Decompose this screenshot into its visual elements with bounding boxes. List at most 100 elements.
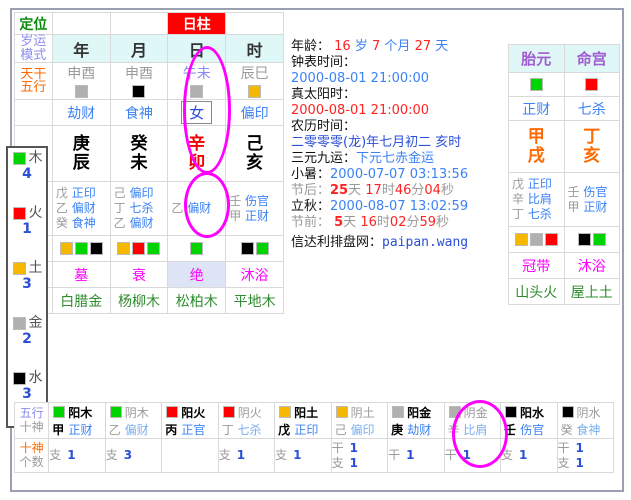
jiehou-minutes-unit: 分 [411,183,425,198]
ten-god-count-cell: 干1支1 [330,438,389,473]
gan-count: 干1 [557,441,584,456]
yinyang-element: 阳金 [407,405,432,420]
ten-god-column[interactable]: 阴土己 偏印 [330,402,389,439]
tg-label-cell-2: 十神 个数 [13,438,50,473]
zhi-count: 支3 [105,448,133,463]
bazi-chart-page: 定位 日柱 岁运 模式 年 月 日 时 天干 五行 申酉 申酉 午未 辰巳 劫财… [0,0,631,500]
ten-god-column[interactable]: 阴金辛 比肩 [443,402,502,439]
pillar-month-ganzhi[interactable]: 癸 未 [109,125,169,183]
element-row[interactable]: 火1 [8,205,46,260]
element-row[interactable]: 土3 [8,260,46,315]
jiehou-seconds: 04 [424,183,441,198]
element-count: 4 [22,166,32,183]
changsheng-year: 墓 [51,261,111,289]
minggong-ganzhi: 丁 亥 [563,120,620,173]
minggong-branch: 亥 [583,145,601,166]
taiyuan-title: 胎元 [508,44,565,73]
yinyang-element: 阳木 [68,405,93,420]
ten-god-count-cell: 支1 [48,438,106,473]
taiyuan-branch: 戌 [527,145,545,166]
tiangan-label-line1: 天干 [20,66,47,82]
hidden-stem-entry: 甲 正财 [567,199,608,214]
taiyuan-chips [508,226,565,253]
rp-title-row: 胎元 命宫 [508,44,620,73]
jiehou-seconds-unit: 秒 [440,183,454,198]
jiehou-label: 节后： [291,183,331,198]
site-url[interactable]: paipan.wang [382,235,468,250]
yinyang-element: 阳土 [294,405,319,420]
minggong-hidden-stems: 壬 伤官甲 正财 [563,172,620,227]
ten-god-column[interactable]: 阳木甲 正财 [48,402,106,439]
element-chip [59,242,73,256]
pillar-day-ganzhi[interactable]: 辛 卯 [167,125,227,183]
heavenly-stem: 庚 [391,422,408,437]
nayin-month: 杨柳木 [109,287,169,315]
element-name: 土 [28,260,43,276]
ten-god-column[interactable]: 阳火丙 正官 [161,402,219,439]
element-name: 水 [28,370,43,386]
ten-god-count-cell: 支1 [500,438,558,473]
hidden-stem-entry: 乙 偏财 [171,201,212,216]
element-chip [89,242,103,256]
ten-god-name: 比肩 [463,422,488,437]
pillar-name-day[interactable]: 日 [167,33,227,64]
element-color-chip [109,406,122,418]
taiyuan-element-chip [529,78,543,91]
ten-god-hour[interactable]: 偏印 [225,99,284,127]
element-chip [190,242,204,256]
element-color-chip [12,371,26,385]
pillar-name-month[interactable]: 月 [109,33,169,64]
ten-god-name: 偏财 [124,422,149,437]
suiyun-label-line2: 模式 [20,47,47,63]
jieqian-label: 节前： [291,215,331,230]
ten-god-row-label [14,99,53,127]
minggong-chip-cell [563,72,620,97]
pillar-year-ganzhi[interactable]: 庚 辰 [51,125,111,183]
hidden-stem-entry: 戊 正印 [512,177,552,191]
hour-stem: 己 [246,134,264,155]
jieqian-hours: 16 [360,215,377,230]
ten-god-column[interactable]: 阴木乙 偏财 [104,402,163,439]
heavenly-stem: 乙 [108,422,125,437]
year-branch: 辰 [72,152,90,173]
element-chip [240,242,254,256]
day-stem: 辛 [188,134,206,155]
liqiu-label: 立秋： [291,199,331,214]
ten-god-column[interactable]: 阴水癸 食神 [556,402,614,439]
hidden-stem-entry: 丁 七杀 [512,207,552,221]
pillar-name-hour[interactable]: 时 [225,33,284,64]
ten-god-column[interactable]: 阳土戊 正印 [274,402,332,439]
element-row[interactable]: 金2 [8,315,46,370]
chips-year [51,235,111,263]
dingwei-label: 定位 [14,12,53,35]
hidden-stem-entry: 壬 伤官 [229,193,270,208]
hidden-stem-entry: 己 偏印 [113,186,154,201]
ten-god-column[interactable]: 阳水壬 伤官 [500,402,558,439]
yinyang-element: 阴木 [124,405,149,420]
ten-god-month[interactable]: 食神 [109,99,169,127]
element-color-chip [12,206,26,220]
jieqian-seconds-unit: 秒 [436,215,450,230]
ten-god-column[interactable]: 阳金庚 劫财 [387,402,445,439]
ten-god-name: 正印 [294,422,319,437]
element-row[interactable]: 木4 [8,150,46,205]
ten-god-column[interactable]: 阴火丁 七杀 [217,402,276,439]
ten-god-count-cell: 干1 [443,438,502,473]
pillar-hour-ganzhi[interactable]: 己 亥 [225,125,284,183]
tiangan-wuxing-label: 天干 五行 [14,62,53,101]
ten-god-year[interactable]: 劫财 [51,99,111,127]
day-branch: 卯 [188,152,206,173]
lunar-time-value: 二零零零(龙)年七月初二 亥时 [291,135,462,150]
ten-god-count-cell [161,438,219,473]
taiyuan-chip-cell [508,72,565,97]
heavenly-stem: 戊 [278,422,295,437]
kongwang-year: 申酉 [51,62,111,101]
dingwei-year-cell [51,12,111,35]
element-chip [74,242,88,256]
site-line: 信达利排盘网：paipan.wang [291,236,505,249]
zhi-count: 支1 [275,448,302,463]
hidden-stems-day: 乙 偏财 [167,181,227,237]
pillar-name-year[interactable]: 年 [51,33,111,64]
nayin-row: 白腊金 杨柳木 松柏木 平地木 [14,287,284,315]
liqiu-line: 立秋：2000-08-07 13:02:59 [291,200,505,213]
